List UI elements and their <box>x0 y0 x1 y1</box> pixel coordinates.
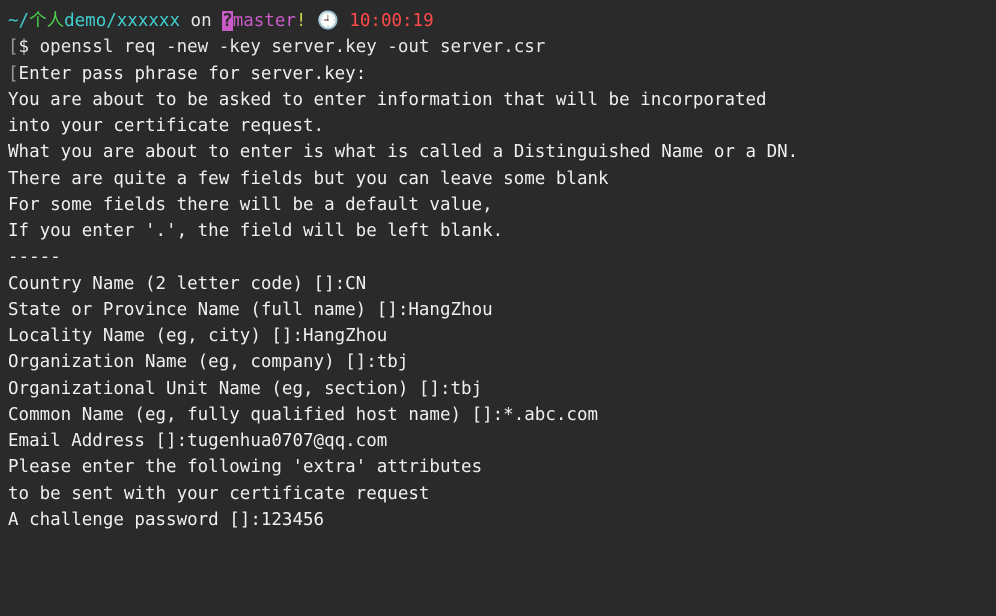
output-line: What you are about to enter is what is c… <box>8 139 988 165</box>
output-line: [Enter pass phrase for server.key: <box>8 61 988 87</box>
output-line: Organizational Unit Name (eg, section) [… <box>8 376 988 402</box>
output-line: Locality Name (eg, city) []:HangZhou <box>8 323 988 349</box>
prompt-symbol: $ <box>19 37 40 57</box>
path-seg2: demo/xxxxxx <box>64 11 180 31</box>
output-line: For some fields there will be a default … <box>8 192 988 218</box>
output-line: to be sent with your certificate request <box>8 481 988 507</box>
branch-name: master <box>233 11 296 31</box>
clock-icon: 🕘 <box>306 11 349 31</box>
output-line: into your certificate request. <box>8 113 988 139</box>
branch-q-icon: ? <box>222 11 233 31</box>
command-line[interactable]: [$ openssl req -new -key server.key -out… <box>8 34 988 60</box>
path-slash: / <box>19 11 30 31</box>
path-seg1: 个人 <box>29 11 64 31</box>
command-text: openssl req -new -key server.key -out se… <box>40 37 546 57</box>
output-line: Organization Name (eg, company) []:tbj <box>8 349 988 375</box>
output-line: There are quite a few fields but you can… <box>8 166 988 192</box>
prompt-time: 10:00:19 <box>349 11 433 31</box>
prompt-line: ~/个人demo/xxxxxx on ?master! 🕘 10:00:19 <box>8 8 988 34</box>
output-line: Please enter the following 'extra' attri… <box>8 454 988 480</box>
path-tilde: ~ <box>8 11 19 31</box>
output-line: If you enter '.', the field will be left… <box>8 218 988 244</box>
output-line: State or Province Name (full name) []:Ha… <box>8 297 988 323</box>
output-line: You are about to be asked to enter infor… <box>8 87 988 113</box>
branch-bang: ! <box>296 11 307 31</box>
output-line: A challenge password []:123456 <box>8 507 988 533</box>
output-line: ----- <box>8 244 988 270</box>
prompt-on: on <box>180 11 222 31</box>
output-line: Email Address []:tugenhua0707@qq.com <box>8 428 988 454</box>
output-line: Country Name (2 letter code) []:CN <box>8 271 988 297</box>
output-line: Common Name (eg, fully qualified host na… <box>8 402 988 428</box>
